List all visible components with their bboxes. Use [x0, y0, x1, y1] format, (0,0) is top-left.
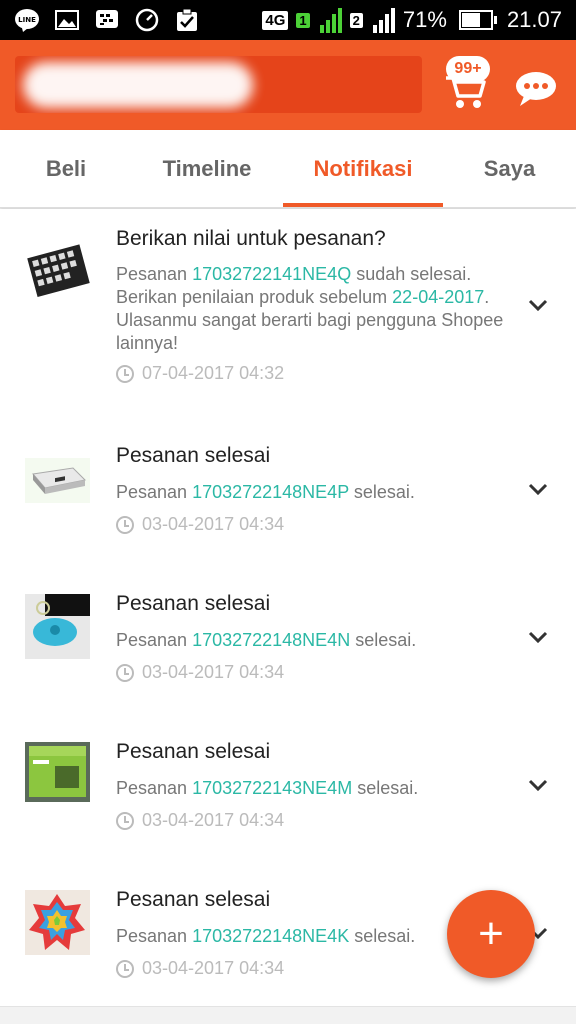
clock-icon	[116, 663, 134, 682]
chat-button[interactable]	[512, 68, 560, 108]
notification-icons: LINE	[14, 7, 200, 33]
timestamp-row: 03-04-2017 04:34	[116, 662, 284, 683]
notification-title: Berikan nilai untuk pesanan?	[116, 227, 386, 250]
order-number-link[interactable]: 17032722148NE4K	[192, 926, 349, 946]
signal-sim2-icon	[372, 7, 395, 33]
notification-body: Pesanan 17032722148NE4N selesai.	[116, 629, 506, 652]
search-bar[interactable]	[15, 56, 422, 113]
order-number-link[interactable]: 17032722141NE4Q	[192, 264, 351, 284]
app-header: 99+	[0, 40, 576, 130]
order-number-link[interactable]: 17032722148NE4N	[192, 630, 350, 650]
notification-title: Pesanan selesai	[116, 740, 271, 763]
redacted-search-text	[23, 62, 253, 108]
status-bar: LINE 4G 1 2 71% 21.07	[0, 0, 576, 40]
order-number-link[interactable]: 17032722148NE4P	[192, 482, 349, 502]
product-thumbnail	[25, 237, 90, 302]
body-prefix: Pesanan	[116, 778, 193, 798]
body-prefix: Pesanan	[116, 264, 193, 284]
body-prefix: Pesanan	[116, 482, 193, 502]
sim2-label: 2	[349, 12, 363, 28]
clock-icon	[116, 364, 134, 383]
tab-beli[interactable]: Beli	[0, 130, 132, 207]
timestamp: 07-04-2017 04:32	[142, 363, 285, 383]
timestamp-row: 03-04-2017 04:34	[116, 514, 284, 535]
due-date: 22-04-2017	[392, 287, 485, 307]
timestamp: 03-04-2017 04:34	[142, 958, 285, 978]
clock-time: 21.07	[506, 7, 562, 32]
product-thumbnail	[25, 742, 90, 802]
body-prefix: Pesanan	[116, 630, 193, 650]
system-status: 4G 1 2 71% 21.07	[262, 0, 562, 40]
clipboard-check-icon	[174, 7, 200, 33]
active-tab-indicator	[283, 203, 443, 207]
tab-bar: Beli Timeline Notifikasi Saya	[0, 130, 576, 208]
body-text: selesai.	[348, 482, 415, 502]
clock-icon	[116, 811, 134, 830]
chevron-down-icon[interactable]	[528, 631, 548, 643]
product-thumbnail	[25, 458, 90, 503]
clock-icon	[116, 515, 134, 534]
notification-title: Pesanan selesai	[116, 888, 271, 911]
line-label: LINE	[18, 16, 36, 24]
notification-item[interactable]: Berikan nilai untuk pesanan? Pesanan 170…	[0, 209, 576, 413]
notification-title: Pesanan selesai	[116, 592, 271, 615]
network-type: 4G	[262, 10, 289, 30]
timestamp: 03-04-2017 04:34	[142, 662, 285, 682]
timestamp-row: 03-04-2017 04:34	[116, 810, 284, 831]
battery-level	[461, 13, 480, 27]
tab-timeline[interactable]: Timeline	[132, 130, 282, 207]
timestamp: 03-04-2017 04:34	[142, 514, 285, 534]
chevron-down-icon[interactable]	[528, 779, 548, 791]
battery-icon	[458, 10, 497, 30]
tab-saya[interactable]: Saya	[443, 130, 576, 207]
timestamp-row: 07-04-2017 04:32	[116, 363, 284, 384]
notification-body: Pesanan 17032722141NE4Q sudah selesai. B…	[116, 263, 506, 355]
order-number-link[interactable]: 17032722143NE4M	[192, 778, 352, 798]
sim1-label: 1	[296, 12, 310, 28]
gallery-icon	[54, 7, 80, 33]
notification-body: Pesanan 17032722148NE4P selesai.	[116, 481, 506, 504]
line-icon: LINE	[14, 7, 40, 33]
product-thumbnail	[25, 594, 90, 659]
notification-item[interactable]: Pesanan selesai Pesanan 17032722148NE4P …	[0, 412, 576, 561]
body-text: selesai.	[349, 926, 416, 946]
notification-title: Pesanan selesai	[116, 444, 271, 467]
chevron-down-icon[interactable]	[528, 483, 548, 495]
timestamp: 03-04-2017 04:34	[142, 810, 285, 830]
clock-icon	[116, 959, 134, 978]
product-thumbnail	[25, 890, 90, 955]
battery-percent: 71%	[402, 7, 447, 32]
bbm-icon	[94, 7, 120, 33]
body-text: selesai.	[350, 630, 417, 650]
timestamp-row: 03-04-2017 04:34	[116, 958, 284, 979]
add-button[interactable]: +	[447, 890, 535, 978]
chat-icon	[516, 72, 556, 106]
notification-item[interactable]: Pesanan selesai Pesanan 17032722148NE4N …	[0, 560, 576, 709]
signal-sim1-icon	[319, 7, 342, 33]
plus-icon: +	[478, 909, 504, 958]
notification-item[interactable]: Pesanan selesai Pesanan 17032722143NE4M …	[0, 708, 576, 857]
body-prefix: Pesanan	[116, 926, 193, 946]
tab-notifikasi[interactable]: Notifikasi	[283, 130, 443, 207]
notification-body: Pesanan 17032722143NE4M selesai.	[116, 777, 506, 800]
body-text: selesai.	[352, 778, 419, 798]
chevron-down-icon[interactable]	[528, 299, 548, 311]
cart-count-badge: 99+	[446, 56, 490, 82]
speedometer-icon	[134, 7, 160, 33]
